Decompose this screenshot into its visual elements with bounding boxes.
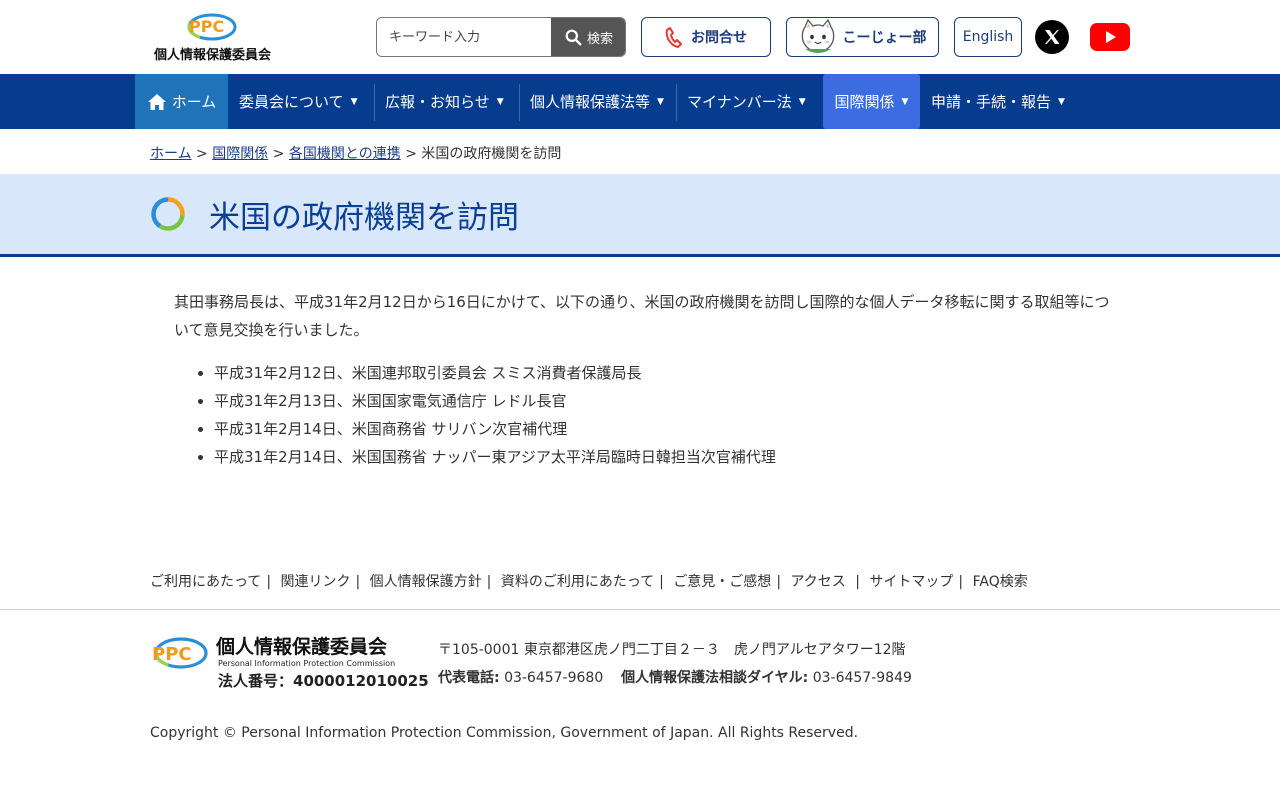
breadcrumb-international[interactable]: 国際関係 bbox=[212, 146, 268, 162]
nav-item-label: マイナンバー法 bbox=[687, 93, 792, 111]
footer-link-feedback[interactable]: ご意見・ご感想 bbox=[673, 574, 771, 590]
footer-links: ご利用にあたって | 関連リンク | 個人情報保護方針 | 資料のご利用にあたって | … bbox=[150, 571, 1028, 591]
youtube-icon[interactable] bbox=[1090, 23, 1130, 51]
chevron-down-icon: ▼ bbox=[350, 96, 358, 107]
home-icon bbox=[147, 93, 166, 110]
nav-item-label: 申請・手続・報告 bbox=[931, 93, 1052, 111]
x-logo-glyph bbox=[1045, 30, 1060, 44]
link-separator: | bbox=[958, 574, 964, 590]
consult-phone-label: 個人情報保護法相談ダイヤル: bbox=[621, 670, 809, 686]
nav-home-label: ホーム bbox=[171, 93, 217, 111]
koujo-button[interactable]: こーじょー部 bbox=[786, 17, 939, 57]
koujo-label: こーじょー部 bbox=[842, 30, 927, 46]
link-separator: | bbox=[850, 574, 860, 590]
logo-mark-text: PPC bbox=[189, 17, 224, 36]
consult-phone: 03-6457-9849 bbox=[812, 670, 912, 686]
nav-item-committee[interactable]: 委員会について ▼ bbox=[239, 74, 357, 129]
chevron-down-icon: ▼ bbox=[798, 96, 806, 107]
page-title-band: 米国の政府機関を訪問 bbox=[0, 174, 1280, 257]
nav-item-international[interactable]: 国際関係 ▼ bbox=[823, 74, 920, 129]
nav-item-mynumber[interactable]: マイナンバー法 ▼ bbox=[687, 74, 806, 129]
main-content: 其田事務局長は、平成31年2月12日から16日にかけて、以下の通り、米国の政府機… bbox=[174, 288, 1124, 471]
footer-link-terms[interactable]: ご利用にあたって bbox=[150, 574, 261, 590]
footer-link-related[interactable]: 関連リンク bbox=[280, 574, 350, 590]
cat-mascot-icon bbox=[801, 19, 834, 53]
logo-name: 個人情報保護委員会 bbox=[153, 48, 271, 63]
nav-item-label: 個人情報保護法等 bbox=[530, 93, 651, 111]
nav-divider bbox=[374, 84, 375, 121]
list-item: 平成31年2月14日、米国国務省 ナッパー東アジア太平洋局臨時日韓担当次官補代理 bbox=[214, 443, 1124, 471]
footer-org-name-en: Personal Information Protection Commissi… bbox=[218, 659, 396, 668]
search-button-label: 検索 bbox=[586, 31, 613, 47]
ring-icon bbox=[151, 197, 185, 231]
list-item: 平成31年2月14日、米国商務省 サリバン次官補代理 bbox=[214, 415, 1124, 443]
footer-link-faq[interactable]: FAQ検索 bbox=[973, 574, 1028, 590]
global-nav: ホーム 委員会について ▼ 広報・お知らせ ▼ 個人情報保護法等 ▼ マイナンバー法 ▼… bbox=[0, 74, 1280, 129]
breadcrumb-cooperation[interactable]: 各国機関との連携 bbox=[289, 146, 401, 162]
english-button[interactable]: English bbox=[954, 17, 1022, 57]
link-separator: | bbox=[776, 574, 782, 590]
page-title: 米国の政府機関を訪問 bbox=[209, 200, 519, 236]
main-phone: 03-6457-9680 bbox=[504, 670, 604, 686]
link-separator: | bbox=[266, 574, 272, 590]
ppc-logo-icon: PPC bbox=[152, 637, 208, 669]
footer-org-name: 個人情報保護委員会 bbox=[216, 636, 388, 658]
footer-divider bbox=[0, 609, 1280, 610]
list-item: 平成31年2月13日、米国国家電気通信庁 レドル長官 bbox=[214, 387, 1124, 415]
site-logo[interactable]: PPC 個人情報保護委員会 bbox=[150, 10, 275, 64]
chevron-down-icon: ▼ bbox=[1058, 96, 1065, 107]
chevron-down-icon: ▼ bbox=[901, 96, 909, 107]
nav-item-applications[interactable]: 申請・手続・報告 ▼ bbox=[931, 74, 1065, 129]
footer-link-privacy-policy[interactable]: 個人情報保護方針 bbox=[370, 574, 482, 590]
breadcrumb: ホーム > 国際関係 > 各国機関との連携 > 米国の政府機関を訪問 bbox=[150, 143, 561, 163]
breadcrumb-home[interactable]: ホーム bbox=[150, 146, 192, 162]
play-icon bbox=[1106, 31, 1116, 43]
logo-mark-text: PPC bbox=[152, 644, 192, 665]
main-phone-label: 代表電話: bbox=[438, 670, 500, 686]
intro-paragraph: 其田事務局長は、平成31年2月12日から16日にかけて、以下の通り、米国の政府機… bbox=[174, 293, 1110, 339]
nav-item-privacy-law[interactable]: 個人情報保護法等 ▼ bbox=[530, 74, 664, 129]
chevron-down-icon: ▼ bbox=[496, 96, 504, 107]
contact-button[interactable]: お問合せ bbox=[641, 17, 771, 57]
nav-divider bbox=[676, 84, 677, 121]
search-button[interactable]: 検索 bbox=[551, 18, 625, 56]
nav-item-label: 委員会について bbox=[239, 93, 344, 111]
chevron-down-icon: ▼ bbox=[657, 96, 664, 107]
breadcrumb-current: 米国の政府機関を訪問 bbox=[421, 146, 562, 162]
footer-link-sitemap[interactable]: サイトマップ bbox=[869, 574, 953, 590]
nav-item-label: 国際関係 bbox=[834, 93, 895, 111]
link-separator: | bbox=[486, 574, 492, 590]
site-header: PPC 個人情報保護委員会 検索 お問合せ bbox=[0, 0, 1280, 74]
english-label: English bbox=[962, 29, 1014, 45]
contact-label: お問合せ bbox=[691, 30, 747, 46]
phone-icon bbox=[665, 27, 682, 48]
footer-link-materials[interactable]: 資料のご利用にあたって bbox=[501, 574, 654, 590]
link-separator: | bbox=[355, 574, 361, 590]
footer-logo: PPC 個人情報保護委員会 Personal Information Prote… bbox=[150, 631, 429, 691]
x-icon[interactable] bbox=[1035, 20, 1069, 54]
ppc-logo-icon: PPC bbox=[187, 13, 237, 41]
visits-list: 平成31年2月12日、米国連邦取引委員会 スミス消費者保護局長 平成31年2月1… bbox=[174, 359, 1124, 471]
breadcrumb-separator: > bbox=[272, 146, 285, 162]
breadcrumb-separator: > bbox=[405, 146, 417, 162]
nav-item-label: 広報・お知らせ bbox=[385, 93, 490, 111]
nav-divider bbox=[519, 84, 520, 121]
list-item: 平成31年2月12日、米国連邦取引委員会 スミス消費者保護局長 bbox=[214, 359, 1124, 387]
nav-home[interactable]: ホーム bbox=[135, 74, 228, 129]
footer-phones: 代表電話: 03-6457-9680 個人情報保護法相談ダイヤル: 03-645… bbox=[438, 667, 912, 687]
footer-corp-number: 法人番号：4000012010025 bbox=[218, 672, 429, 690]
search-icon bbox=[565, 29, 582, 45]
footer-address: 〒105-0001 東京都港区虎ノ門二丁目２－３ 虎ノ門アルセアタワー12階 bbox=[438, 642, 906, 658]
link-separator: | bbox=[659, 574, 664, 590]
copyright: Copyright © Personal Information Protect… bbox=[150, 725, 859, 741]
breadcrumb-separator: > bbox=[196, 146, 208, 162]
footer-link-access[interactable]: アクセス bbox=[790, 574, 845, 590]
nav-item-pr[interactable]: 広報・お知らせ ▼ bbox=[385, 74, 504, 129]
search-box: 検索 bbox=[376, 17, 626, 57]
search-input[interactable] bbox=[377, 18, 551, 56]
